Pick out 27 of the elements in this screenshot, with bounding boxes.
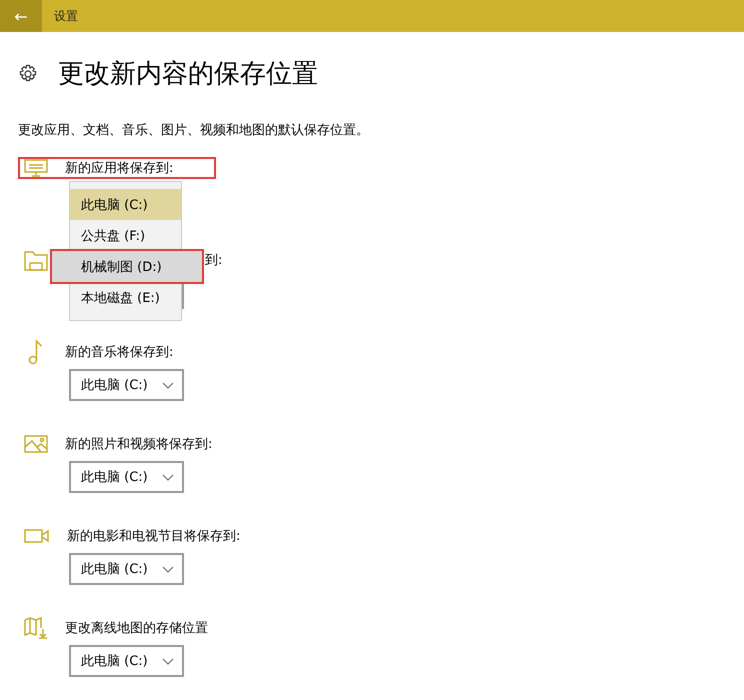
chevron-down-icon <box>162 382 174 388</box>
video-camera-icon <box>24 528 50 544</box>
monitor-icon <box>24 159 48 177</box>
section-label: 新的照片和视频将保存到: <box>65 436 212 453</box>
chevron-down-icon <box>162 658 174 664</box>
drive-dropdown[interactable]: 此电脑 (C:) <box>69 645 184 677</box>
drive-dropdown[interactable]: 此电脑 (C:) <box>69 553 184 585</box>
page-description: 更改应用、文档、音乐、图片、视频和地图的默认保存位置。 <box>18 122 370 139</box>
settings-icon <box>18 64 38 84</box>
section-label: 到: <box>205 252 222 269</box>
dropdown-option[interactable]: 公共盘 (F:) <box>70 220 181 251</box>
section-label: 新的电影和电视节目将保存到: <box>67 528 240 545</box>
chevron-down-icon <box>162 566 174 572</box>
drive-dropdown[interactable]: 此电脑 (C:) <box>69 461 184 493</box>
chevron-down-icon <box>162 474 174 480</box>
section-label: 新的音乐将保存到: <box>65 344 174 361</box>
dropdown-option[interactable]: 此电脑 (C:) <box>70 189 181 220</box>
dropdown-option[interactable]: 机械制图 (D:) <box>52 251 202 282</box>
dropdown-option[interactable]: 本地磁盘 (E:) <box>70 282 181 313</box>
map-download-icon <box>24 617 48 639</box>
section-label: 更改离线地图的存储位置 <box>65 620 208 637</box>
section-label: 新的应用将保存到: <box>65 160 174 177</box>
image-icon <box>24 435 48 453</box>
drive-dropdown[interactable]: 此电脑 (C:) <box>69 369 184 401</box>
folder-icon <box>24 249 48 271</box>
app-title: 设置 <box>54 8 78 24</box>
page-title: 更改新内容的保存位置 <box>58 58 318 91</box>
